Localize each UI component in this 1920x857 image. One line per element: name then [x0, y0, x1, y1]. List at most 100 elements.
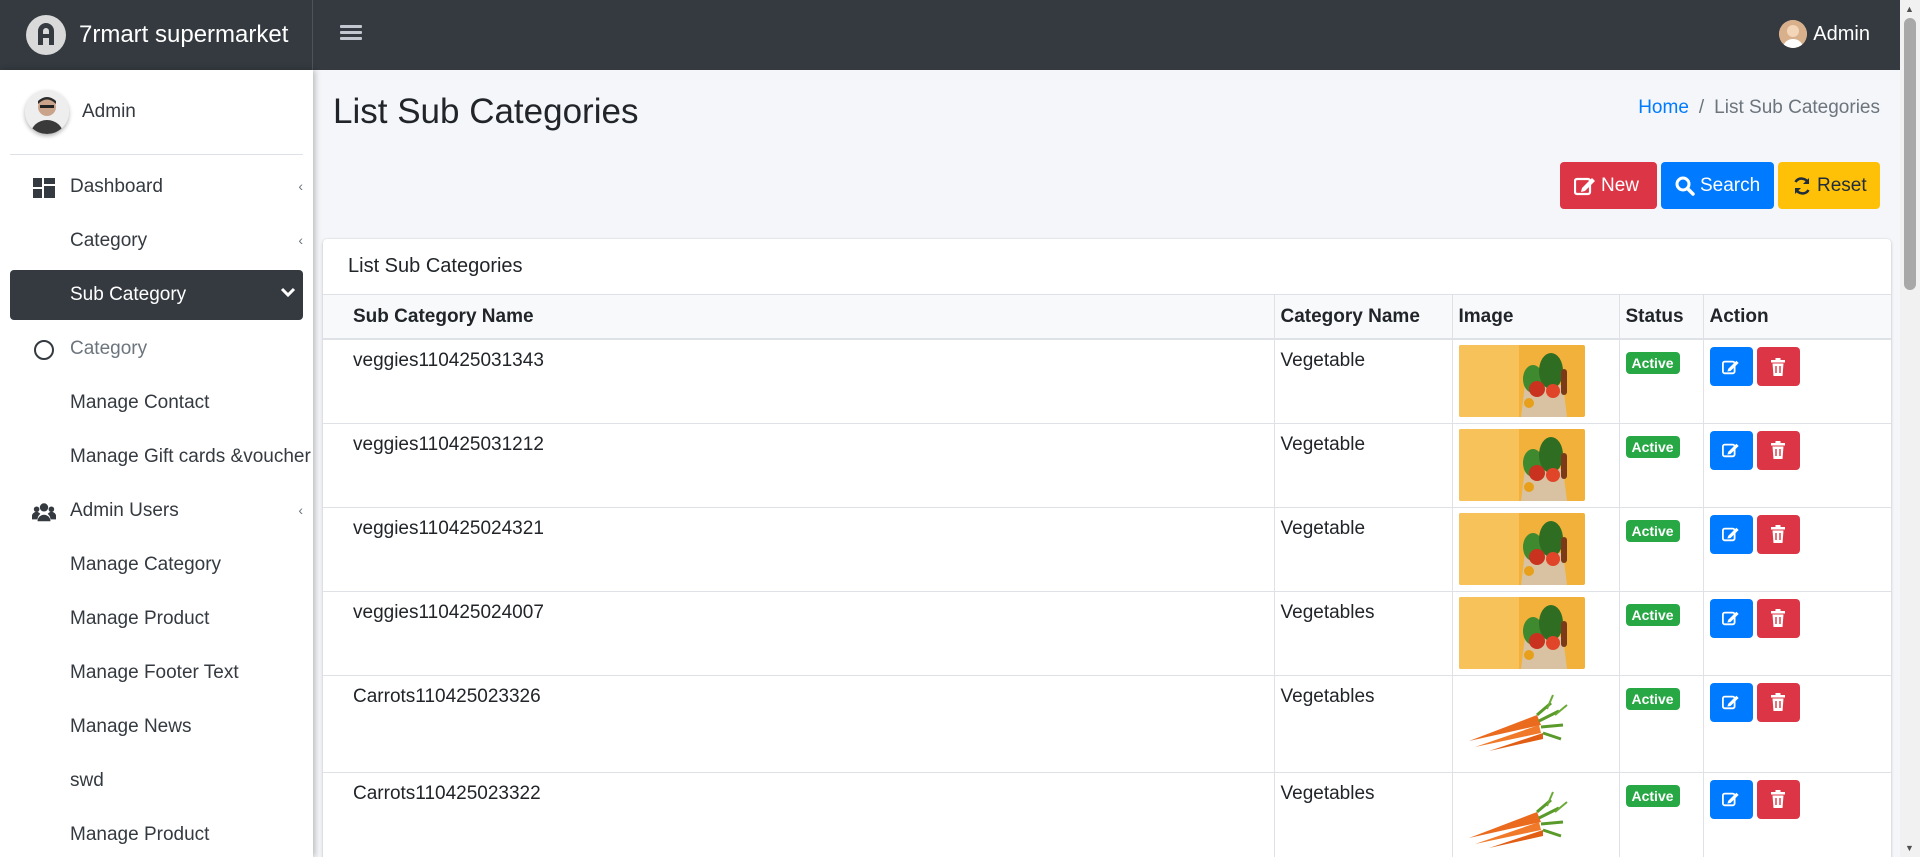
- edit-button[interactable]: [1709, 430, 1753, 470]
- sidebar-item-label: Manage Gift cards &voucher: [70, 446, 311, 467]
- action-cell: [1703, 675, 1891, 773]
- status-badge[interactable]: Active: [1625, 784, 1680, 807]
- edit-button[interactable]: [1709, 779, 1753, 819]
- status-badge[interactable]: Active: [1625, 687, 1680, 710]
- trash-icon: [1771, 609, 1785, 627]
- sub-category-image: [1458, 345, 1585, 417]
- edit-button[interactable]: [1709, 598, 1753, 638]
- top-navbar: 7rmart supermarket Admin: [0, 0, 1900, 70]
- edit-icon: [1722, 360, 1739, 374]
- delete-button[interactable]: [1756, 347, 1800, 386]
- action-cell: [1703, 591, 1891, 676]
- menu-toggle-icon[interactable]: [340, 22, 362, 46]
- sub-category-image: [1458, 596, 1585, 669]
- edit-button[interactable]: [1709, 682, 1753, 722]
- sidebar-item-manage-product-2[interactable]: Manage Product: [10, 810, 303, 857]
- sidebar-nav: Dashboard ‹ Category ‹ Sub Category Cate…: [10, 162, 311, 857]
- user-menu[interactable]: Admin: [1779, 20, 1870, 48]
- column-header[interactable]: Category Name: [1274, 295, 1453, 340]
- chevron-down-icon: [279, 283, 297, 304]
- card-title: List Sub Categories: [323, 239, 1891, 295]
- page-scrollbar[interactable]: ▲ ▼: [1900, 0, 1920, 857]
- scroll-down-icon[interactable]: ▼: [1905, 843, 1914, 853]
- column-header[interactable]: Status: [1619, 295, 1704, 340]
- category-name-cell: Vegetables: [1274, 675, 1453, 773]
- sub-category-image: [1458, 428, 1585, 501]
- column-header[interactable]: Sub Category Name: [323, 295, 1275, 340]
- trash-icon: [1771, 525, 1785, 543]
- sidebar-item-label: Dashboard: [70, 176, 163, 197]
- brand-name: 7rmart supermarket: [79, 21, 289, 48]
- delete-button[interactable]: [1756, 514, 1800, 554]
- sidebar-item-category-sub[interactable]: Category: [10, 324, 303, 374]
- new-button-label: New: [1601, 174, 1640, 196]
- search-button[interactable]: Search: [1661, 162, 1774, 209]
- column-header[interactable]: Image: [1452, 295, 1620, 340]
- column-header: Action: [1703, 295, 1891, 340]
- edit-icon: [1722, 695, 1739, 710]
- sidebar-item-admin-users[interactable]: Admin Users ‹: [10, 486, 303, 536]
- sidebar-item-label: Manage Footer Text: [70, 662, 239, 683]
- status-badge[interactable]: Active: [1625, 603, 1680, 626]
- chevron-left-icon: ‹: [298, 232, 303, 248]
- scrollbar-thumb[interactable]: [1904, 18, 1916, 290]
- chevron-left-icon: ‹: [298, 178, 303, 194]
- circle-icon: [32, 339, 56, 361]
- new-button[interactable]: New: [1560, 162, 1657, 209]
- sidebar-item-category[interactable]: Category ‹: [10, 216, 303, 266]
- sidebar-item-manage-news[interactable]: Manage News: [10, 702, 303, 752]
- scroll-up-icon[interactable]: ▲: [1905, 4, 1914, 14]
- delete-button[interactable]: [1756, 430, 1800, 470]
- table-row: Carrots110425023322 Vegetables Active: [323, 772, 1891, 857]
- status-cell: Active: [1619, 423, 1704, 508]
- sidebar-item-gift-cards[interactable]: Manage Gift cards &voucher: [10, 432, 311, 482]
- table-row: veggies110425031212 Vegetable Active: [323, 423, 1891, 508]
- trash-icon: [1771, 441, 1785, 459]
- sidebar-item-manage-category[interactable]: Manage Category: [10, 540, 303, 590]
- sidebar-item-manage-footer-text[interactable]: Manage Footer Text: [10, 648, 303, 698]
- sidebar-item-manage-contact[interactable]: Manage Contact: [10, 378, 303, 428]
- action-cell: [1703, 423, 1891, 508]
- sidebar-item-label: Sub Category: [70, 284, 187, 305]
- status-badge[interactable]: Active: [1625, 435, 1680, 458]
- edit-button[interactable]: [1709, 514, 1753, 554]
- image-cell: [1452, 423, 1620, 508]
- delete-button[interactable]: [1756, 682, 1800, 722]
- table-row: veggies110425031343 Vegetable Active: [323, 339, 1891, 424]
- sidebar-item-sub-category[interactable]: Sub Category: [10, 270, 303, 320]
- reset-button[interactable]: Reset: [1778, 162, 1880, 209]
- edit-icon: [1574, 175, 1596, 197]
- status-cell: Active: [1619, 339, 1704, 424]
- status-badge[interactable]: Active: [1625, 352, 1680, 374]
- image-cell: [1452, 591, 1620, 676]
- sub-category-name-cell: Carrots110425023322: [323, 772, 1275, 857]
- image-cell: [1452, 675, 1620, 773]
- status-badge[interactable]: Active: [1625, 519, 1680, 542]
- delete-button[interactable]: [1756, 598, 1800, 638]
- chevron-left-icon: ‹: [298, 502, 303, 518]
- refresh-icon: [1792, 175, 1812, 197]
- table-row: Carrots110425023326 Vegetables Active: [323, 675, 1891, 773]
- status-cell: Active: [1619, 772, 1704, 857]
- sidebar-item-swd[interactable]: swd: [10, 756, 303, 806]
- delete-button[interactable]: [1756, 779, 1800, 819]
- edit-icon: [1722, 611, 1739, 626]
- breadcrumb-home-link[interactable]: Home: [1638, 97, 1689, 119]
- table-row: veggies110425024007 Vegetables Active: [323, 591, 1891, 676]
- status-cell: Active: [1619, 591, 1704, 676]
- brand-link[interactable]: 7rmart supermarket: [0, 0, 313, 70]
- category-name-cell: Vegetables: [1274, 591, 1453, 676]
- action-cell: [1703, 507, 1891, 592]
- category-name-cell: Vegetable: [1274, 507, 1453, 592]
- category-name-cell: Vegetables: [1274, 772, 1453, 857]
- sidebar-user-panel[interactable]: Admin: [10, 70, 303, 155]
- user-name: Admin: [1813, 22, 1870, 45]
- status-cell: Active: [1619, 675, 1704, 773]
- sidebar-item-dashboard[interactable]: Dashboard ‹: [10, 162, 303, 212]
- edit-button[interactable]: [1709, 347, 1753, 386]
- avatar: [1779, 20, 1808, 48]
- image-cell: [1452, 507, 1620, 592]
- sidebar-item-label: Manage Category: [70, 554, 222, 575]
- sidebar-item-manage-product[interactable]: Manage Product: [10, 594, 303, 644]
- breadcrumb-current: List Sub Categories: [1714, 97, 1880, 118]
